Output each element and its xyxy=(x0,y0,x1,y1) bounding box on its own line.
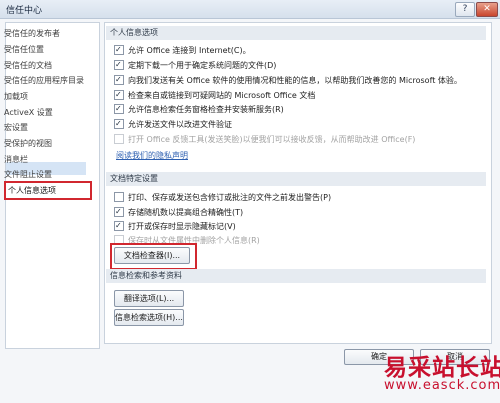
checkbox-icon[interactable] xyxy=(114,73,124,86)
translation-options-button[interactable]: 翻译选项(L)... xyxy=(114,290,184,307)
sidebar-item-message-bar[interactable]: 消息栏 xyxy=(4,152,89,167)
option-label: 打开 Office 反馈工具(发送笑脸)以便我们可以接收反馈，从而帮助改进 Of… xyxy=(128,135,416,144)
document-inspector-button[interactable]: 文档检查器(I)... xyxy=(114,247,190,264)
checkbox-icon[interactable] xyxy=(114,191,124,202)
option-label: 检查来自或链接到可疑网站的 Microsoft Office 文档 xyxy=(128,91,316,100)
checkbox-icon[interactable] xyxy=(114,205,124,218)
option-check-suspicious-docs[interactable]: 检查来自或链接到可疑网站的 Microsoft Office 文档 xyxy=(114,88,316,102)
research-section-header: 信息检索和参考资料 xyxy=(106,269,486,283)
checkbox-icon[interactable] xyxy=(114,219,124,232)
option-download-diagnostics[interactable]: 定期下载一个用于确定系统问题的文件(D) xyxy=(114,58,277,72)
title-bar: 信任中心 ? ✕ xyxy=(0,0,500,19)
option-label: 允许发送文件以改进文件验证 xyxy=(128,120,232,129)
sidebar-selection-callout xyxy=(4,181,92,200)
privacy-section-header: 个人信息选项 xyxy=(106,26,486,40)
checkbox-icon[interactable] xyxy=(114,88,124,101)
window-title: 信任中心 xyxy=(6,6,43,16)
checkbox-icon xyxy=(114,133,124,144)
sidebar-item-activex-settings[interactable]: ActiveX 设置 xyxy=(4,105,89,120)
option-label: 打开或保存时显示隐藏标记(V) xyxy=(128,222,236,231)
sidebar-item-file-block-settings[interactable]: 文件阻止设置 xyxy=(4,167,89,182)
checkbox-icon[interactable] xyxy=(114,43,124,56)
sidebar-item-trusted-publishers[interactable]: 受信任的发布者 xyxy=(4,26,89,41)
option-label: 打印、保存或发送包含修订或批注的文件之前发出警告(P) xyxy=(128,193,332,202)
sidebar-item-protected-view[interactable]: 受保护的视图 xyxy=(4,136,89,151)
checkbox-icon[interactable] xyxy=(114,58,124,71)
privacy-statement-link[interactable]: 阅读我们的隐私声明 xyxy=(116,150,188,161)
close-button[interactable]: ✕ xyxy=(476,2,498,17)
sidebar-item-trusted-documents[interactable]: 受信任的文档 xyxy=(4,58,89,73)
sidebar-item-trusted-locations[interactable]: 受信任位置 xyxy=(4,42,89,57)
option-store-random-number[interactable]: 存储随机数以提高组合精确性(T) xyxy=(114,205,244,219)
option-show-hidden-markup[interactable]: 打开或保存时显示隐藏标记(V) xyxy=(114,219,236,233)
sidebar-item-add-ins[interactable]: 加载项 xyxy=(4,89,89,104)
option-warn-before-print[interactable]: 打印、保存或发送包含修订或批注的文件之前发出警告(P) xyxy=(114,191,331,204)
option-usage-data[interactable]: 向我们发送有关 Office 软件的使用情况和性能的信息，以帮助我们改善您的 M… xyxy=(114,73,462,87)
option-label: 定期下载一个用于确定系统问题的文件(D) xyxy=(128,61,277,70)
option-file-validation[interactable]: 允许发送文件以改进文件验证 xyxy=(114,117,232,131)
sidebar-item-trusted-app-catalogs[interactable]: 受信任的应用程序目录 xyxy=(4,73,89,88)
trust-center-window: 信任中心 ? ✕ 受信任的发布者 受信任位置 受信任的文档 受信任的应用程序目录… xyxy=(0,0,500,403)
option-feedback-tool: 打开 Office 反馈工具(发送笑脸)以便我们可以接收反馈，从而帮助改进 Of… xyxy=(114,133,415,146)
watermark-site-name: 易采站长站 xyxy=(384,354,500,381)
research-options-button[interactable]: 信息检索选项(H)... xyxy=(114,309,184,326)
checkbox-icon[interactable] xyxy=(114,117,124,130)
option-label: 允许 Office 连接到 Internet(C)。 xyxy=(128,46,251,55)
option-label: 允许信息检索任务窗格检查并安装新服务(R) xyxy=(128,105,284,114)
document-settings-header: 文档特定设置 xyxy=(106,172,486,186)
help-button[interactable]: ? xyxy=(455,2,475,17)
checkbox-icon[interactable] xyxy=(114,102,124,115)
option-connect-internet[interactable]: 允许 Office 连接到 Internet(C)。 xyxy=(114,43,251,57)
watermark-url: www.easck.com xyxy=(384,378,500,393)
option-research-pane-services[interactable]: 允许信息检索任务窗格检查并安装新服务(R) xyxy=(114,102,284,116)
option-label: 向我们发送有关 Office 软件的使用情况和性能的信息，以帮助我们改善您的 M… xyxy=(128,76,462,85)
option-label: 存储随机数以提高组合精确性(T) xyxy=(128,208,244,217)
sidebar-item-macro-settings[interactable]: 宏设置 xyxy=(4,120,89,135)
